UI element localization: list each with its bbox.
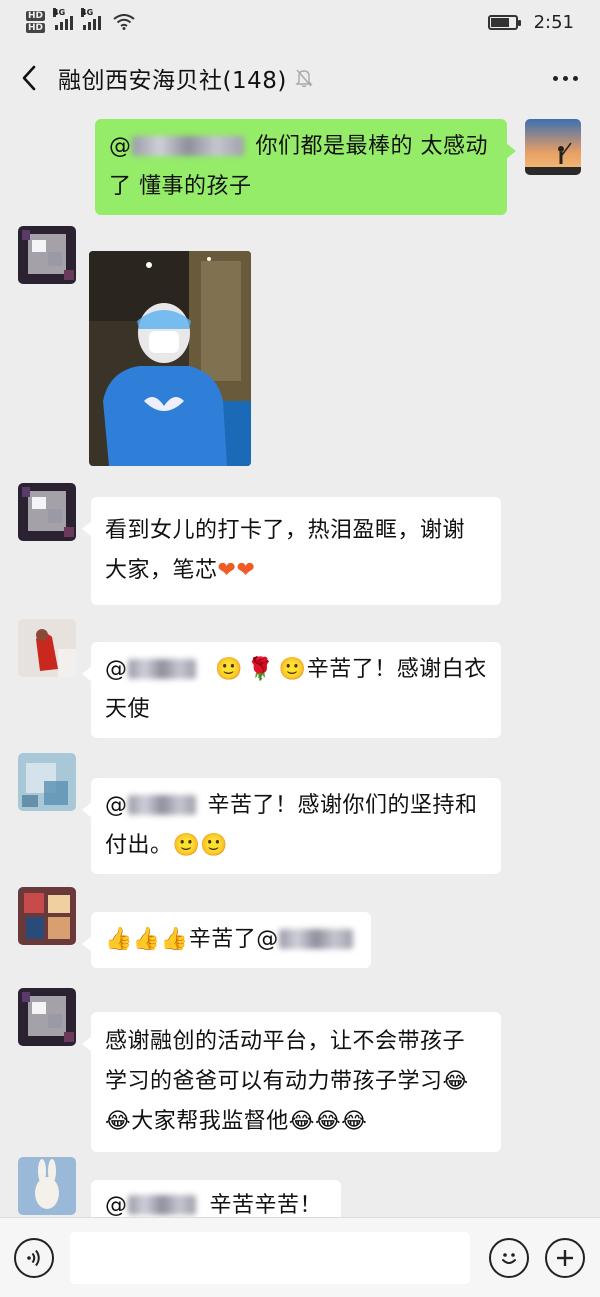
blurred-name — [127, 1195, 196, 1215]
signal-icon: 4G — [53, 8, 74, 30]
heart-emoji-icon: ❤ — [236, 558, 256, 583]
sender-avatar[interactable] — [18, 887, 76, 945]
battery-icon — [487, 14, 521, 30]
sender-avatar[interactable] — [18, 1157, 76, 1215]
sender-avatar[interactable] — [18, 226, 76, 284]
sender-avatar[interactable] — [18, 619, 76, 677]
mention-symbol: @ — [105, 793, 128, 818]
message-bubble[interactable]: @ 辛苦了！感谢你们的坚持和付出。🙂🙂 — [82, 778, 501, 874]
clock: 2:51 — [533, 11, 574, 33]
sender-avatar[interactable] — [18, 483, 76, 541]
pixelated-avatar-image — [18, 988, 76, 1046]
back-button[interactable] — [0, 44, 58, 112]
status-left: HD HD 4G 4G — [26, 8, 135, 33]
message-input[interactable] — [70, 1232, 470, 1284]
message-text: 看到女儿的打卡了，热泪盈眶，谢谢大家，笔芯 — [105, 518, 466, 583]
nurse-photo-image — [89, 251, 251, 466]
chat-title: 融创西安海贝社(148) — [58, 68, 287, 94]
network-type: 4G — [53, 8, 66, 17]
laugh-cry-emoji-icon: 😂 — [314, 1109, 342, 1134]
plus-icon — [557, 1250, 573, 1266]
input-bar — [0, 1217, 600, 1297]
plus-button[interactable] — [545, 1238, 585, 1278]
laugh-cry-emoji-icon: 😂 — [442, 1069, 469, 1094]
battery-fill — [490, 17, 509, 27]
thumbs-up-emoji-icon: 👍 — [105, 927, 133, 952]
blurred-name — [131, 136, 244, 156]
network-type-2: 4G — [81, 8, 94, 17]
thumbs-up-emoji-icon: 👍 — [132, 927, 161, 952]
message-text: 感谢融创的活动平台，让不会带孩子学习的爸爸可以有动力带孩子学习 — [105, 1029, 466, 1094]
blurred-name — [127, 795, 196, 815]
dot — [552, 75, 558, 81]
status-right: 2:51 — [487, 11, 574, 33]
red-figure-avatar-image — [18, 619, 76, 677]
status-bar: HD HD 4G 4G 2:51 — [0, 0, 600, 44]
smile-emoji-icon: 🙂 — [215, 657, 243, 682]
mention-symbol: @ — [105, 1193, 128, 1217]
more-button[interactable] — [530, 44, 600, 112]
emoji-button[interactable] — [489, 1238, 529, 1278]
smile-emoji-icon: 🙂 — [278, 657, 307, 682]
thumbs-up-emoji-icon: 👍 — [160, 927, 189, 952]
message-text: 辛苦了@ — [188, 927, 279, 952]
laugh-cry-emoji-icon: 😂 — [341, 1109, 368, 1134]
message-bubble-mine[interactable]: @ 你们都是最棒的 太感动了 懂事的孩子 — [95, 119, 516, 215]
chevron-left-icon — [22, 65, 36, 91]
my-avatar[interactable] — [525, 119, 581, 175]
blurred-name — [278, 929, 353, 949]
message-bubble[interactable]: 👍👍👍辛苦了@ — [82, 912, 371, 968]
hd-icon: HD HD — [26, 11, 46, 33]
emoji-icon — [502, 1253, 516, 1264]
message-bubble[interactable]: 感谢融创的活动平台，让不会带孩子学习的爸爸可以有动力带孩子学习😂😂大家帮我监督他… — [82, 1012, 501, 1152]
colorful-avatar-image — [18, 887, 76, 945]
message-bubble[interactable]: 看到女儿的打卡了，热泪盈眶，谢谢大家，笔芯❤❤ — [82, 497, 501, 605]
wifi-icon — [113, 14, 135, 30]
laugh-cry-emoji-icon: 😂 — [288, 1109, 315, 1134]
smile-emoji-icon: 🙂 — [172, 833, 201, 858]
heart-emoji-icon: ❤ — [217, 558, 237, 583]
dot — [562, 75, 568, 81]
blue-blur-avatar-image — [18, 753, 76, 811]
message-text: 大家帮我监督他 — [131, 1109, 289, 1134]
mention-symbol: @ — [109, 134, 132, 159]
message-text: 辛苦辛苦！ — [209, 1193, 323, 1217]
smile-emoji-icon: 🙂 — [200, 833, 229, 858]
pixelated-avatar-image — [18, 483, 76, 541]
message-bubble[interactable]: @ 🙂 🌹 🙂辛苦了！感谢白衣天使 — [82, 642, 501, 738]
signal-icon-2: 4G — [81, 8, 102, 30]
sunset-avatar-image — [525, 119, 581, 175]
blurred-name — [127, 659, 196, 679]
dot — [572, 75, 578, 81]
sender-avatar[interactable] — [18, 753, 76, 811]
rose-emoji-icon: 🌹 — [246, 657, 275, 682]
bell-muted-icon — [295, 69, 313, 88]
chat-header: 融创西安海贝社(148) — [0, 44, 600, 112]
photo-message[interactable] — [89, 251, 251, 466]
laugh-cry-emoji-icon: 😂 — [105, 1109, 132, 1134]
sender-avatar[interactable] — [18, 988, 76, 1046]
mention-symbol: @ — [105, 657, 128, 682]
bunny-avatar-image — [18, 1157, 76, 1215]
voice-icon — [27, 1249, 40, 1267]
mute-indicator — [287, 64, 313, 92]
message-bubble[interactable]: @ 辛苦辛苦！ — [91, 1180, 341, 1217]
pixelated-avatar-image — [18, 226, 76, 284]
voice-button[interactable] — [14, 1238, 54, 1278]
